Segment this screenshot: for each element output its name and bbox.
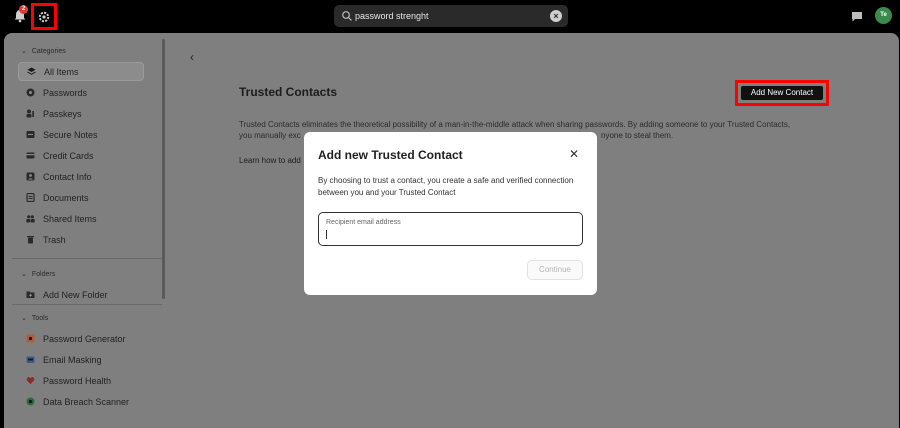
sidebar-item-label: Data Breach Scanner (43, 396, 130, 407)
document-icon (26, 193, 35, 202)
modal-description: By choosing to trust a contact, you crea… (318, 176, 574, 197)
sidebar-item-label: Credit Cards (43, 150, 94, 161)
add-new-contact-highlight: Add New Contact (735, 80, 829, 106)
tools-header[interactable]: ⌄ Tools (21, 314, 49, 323)
sidebar: ⌄ Categories All Items Passwords Passkey… (4, 33, 167, 428)
add-new-folder-button[interactable]: Add New Folder (18, 285, 144, 304)
tools-label: Tools (31, 314, 49, 322)
layers-icon (27, 67, 36, 75)
sidebar-item-label: All Items (44, 66, 79, 77)
sidebar-item-label: Contact Info (43, 171, 92, 182)
sidebar-item-contact-info[interactable]: Contact Info (18, 167, 144, 186)
search-icon (342, 11, 352, 21)
sidebar-item-email-masking[interactable]: Email Masking (18, 350, 144, 369)
sidebar-item-password-health[interactable]: Password Health (18, 371, 144, 390)
sidebar-scrollbar[interactable] (162, 39, 165, 299)
notification-badge: 2 (19, 5, 28, 14)
chevron-down-icon: ⌄ (21, 315, 27, 322)
folder-plus-icon (26, 291, 35, 298)
sidebar-item-label: Passkeys (43, 108, 82, 119)
sidebar-item-trash[interactable]: Trash (18, 230, 144, 249)
back-icon[interactable]: ‹ (190, 50, 194, 64)
sidebar-item-label: Password Generator (43, 333, 126, 344)
add-folder-label: Add New Folder (43, 289, 108, 300)
sidebar-item-passwords[interactable]: Passwords (18, 83, 144, 102)
avatar[interactable]: Te (875, 7, 892, 24)
sidebar-item-secure-notes[interactable]: Secure Notes (18, 125, 144, 144)
sidebar-item-label: Email Masking (43, 354, 102, 365)
add-contact-modal: Add new Trusted Contact ✕ By choosing to… (304, 132, 597, 295)
sidebar-item-passkeys[interactable]: Passkeys (18, 104, 144, 123)
categories-label: Categories (31, 47, 66, 55)
key-icon (26, 88, 35, 97)
settings-button[interactable] (31, 3, 57, 30)
search-bar[interactable]: password strenght × (334, 5, 568, 27)
field-label: Recipient email address (326, 219, 401, 226)
folders-label: Folders (31, 270, 56, 278)
users-icon (26, 215, 35, 223)
sidebar-item-data-breach-scanner[interactable]: Data Breach Scanner (18, 392, 144, 411)
learn-more-link[interactable]: Learn how to add (239, 156, 301, 165)
sidebar-item-label: Documents (43, 192, 89, 203)
recipient-email-field[interactable]: Recipient email address (318, 212, 583, 246)
clear-search-icon[interactable]: × (550, 10, 562, 22)
description-line-2-start: you manually exc (239, 131, 301, 140)
contact-icon (26, 172, 35, 181)
sidebar-item-label: Shared Items (43, 213, 97, 224)
continue-button[interactable]: Continue (527, 260, 583, 280)
divider (12, 258, 162, 259)
credit-card-icon (26, 152, 35, 159)
scanner-icon (26, 397, 35, 406)
sidebar-item-label: Trash (43, 234, 66, 245)
trash-icon (27, 236, 34, 244)
sidebar-item-label: Password Health (43, 375, 112, 386)
page-title: Trusted Contacts (239, 85, 338, 99)
sidebar-item-documents[interactable]: Documents (18, 188, 144, 207)
chevron-down-icon: ⌄ (21, 48, 27, 55)
health-icon (26, 377, 35, 384)
text-caret (326, 230, 327, 239)
add-new-contact-button[interactable]: Add New Contact (741, 86, 823, 100)
search-input[interactable]: password strenght (355, 9, 429, 23)
folders-header[interactable]: ⌄ Folders (21, 270, 56, 279)
chat-icon[interactable] (851, 11, 863, 22)
generator-icon (26, 334, 35, 343)
sidebar-item-label: Passwords (43, 87, 88, 98)
categories-header[interactable]: ⌄ Categories (21, 47, 66, 56)
sidebar-item-credit-cards[interactable]: Credit Cards (18, 146, 144, 165)
top-bar: 2 password strenght × Te (0, 0, 900, 33)
modal-title: Add new Trusted Contact (318, 148, 463, 162)
mask-icon (26, 356, 35, 363)
chevron-down-icon: ⌄ (21, 271, 27, 278)
description-line-2-end: nyone to steal them. (601, 131, 674, 140)
sidebar-item-password-generator[interactable]: Password Generator (18, 329, 144, 348)
app-window: 2 password strenght × Te ⌄ Categories Al… (0, 0, 900, 428)
gear-icon (38, 11, 50, 22)
sidebar-item-label: Secure Notes (43, 129, 98, 140)
note-icon (26, 131, 35, 138)
sidebar-item-shared-items[interactable]: Shared Items (18, 209, 144, 228)
divider (12, 304, 162, 305)
description-line-1: Trusted Contacts eliminates the theoreti… (239, 120, 791, 129)
passkey-icon (26, 109, 34, 118)
sidebar-item-all-items[interactable]: All Items (18, 62, 144, 81)
close-icon[interactable]: ✕ (569, 148, 579, 160)
